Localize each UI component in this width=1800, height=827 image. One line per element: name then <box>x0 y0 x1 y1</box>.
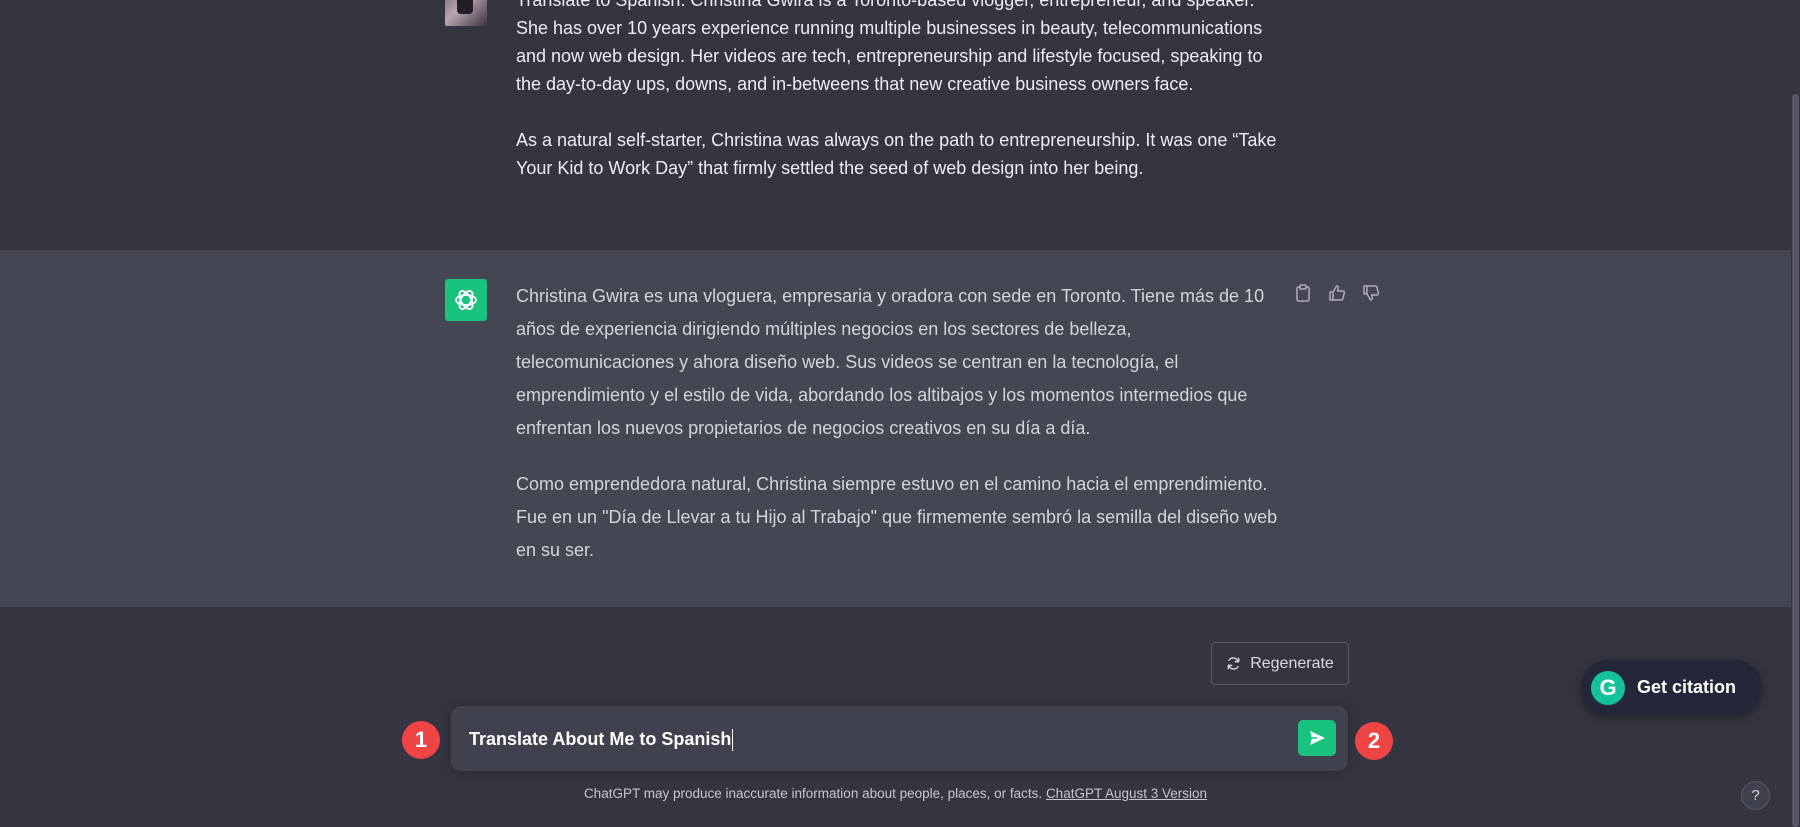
disclaimer: ChatGPT may produce inaccurate informati… <box>0 786 1791 801</box>
refresh-icon <box>1227 657 1240 670</box>
regenerate-button[interactable]: Regenerate <box>1211 642 1349 685</box>
scrollbar[interactable] <box>1791 0 1800 827</box>
thumbs-down-icon[interactable] <box>1360 282 1382 304</box>
scrollbar-thumb[interactable] <box>1792 94 1799 827</box>
user-message: Translate to Spanish: Christina Gwira is… <box>0 0 1791 250</box>
assistant-message: Christina Gwira es una vloguera, empresa… <box>0 250 1791 607</box>
disclaimer-text: ChatGPT may produce inaccurate informati… <box>583 786 1046 801</box>
thumbs-up-icon[interactable] <box>1326 282 1348 304</box>
regenerate-label: Regenerate <box>1250 654 1334 672</box>
assistant-paragraph: Como emprendedora natural, Christina sie… <box>516 474 1278 560</box>
message-composer: Translate About Me to Spanish <box>451 706 1348 771</box>
message-input[interactable]: Translate About Me to Spanish <box>469 724 1249 754</box>
annotation-marker-2: 2 <box>1355 722 1393 760</box>
user-avatar <box>445 0 487 26</box>
annotation-marker-1: 1 <box>402 721 440 759</box>
message-actions <box>1292 282 1382 304</box>
user-paragraph: As a natural self-starter, Christina was… <box>516 130 1277 178</box>
assistant-paragraph: Christina Gwira es una vloguera, empresa… <box>516 286 1265 438</box>
openai-logo-icon <box>445 279 487 321</box>
clipboard-icon[interactable] <box>1292 282 1314 304</box>
chatgpt-app: Translate to Spanish: Christina Gwira is… <box>0 0 1800 827</box>
help-button[interactable]: ? <box>1741 781 1770 810</box>
get-citation-button[interactable]: G Get citation <box>1581 660 1762 715</box>
user-paragraph: Translate to Spanish: Christina Gwira is… <box>516 0 1263 94</box>
message-input-value: Translate About Me to Spanish <box>469 729 732 749</box>
assistant-message-text: Christina Gwira es una vloguera, empresa… <box>516 280 1286 590</box>
user-message-text: Translate to Spanish: Christina Gwira is… <box>516 0 1286 210</box>
version-link[interactable]: ChatGPT August 3 Version <box>1046 786 1207 801</box>
send-button[interactable] <box>1298 720 1336 756</box>
get-citation-label: Get citation <box>1637 677 1737 697</box>
send-icon <box>1310 731 1325 745</box>
grammarly-logo-icon: G <box>1591 670 1625 705</box>
text-caret <box>732 729 734 752</box>
